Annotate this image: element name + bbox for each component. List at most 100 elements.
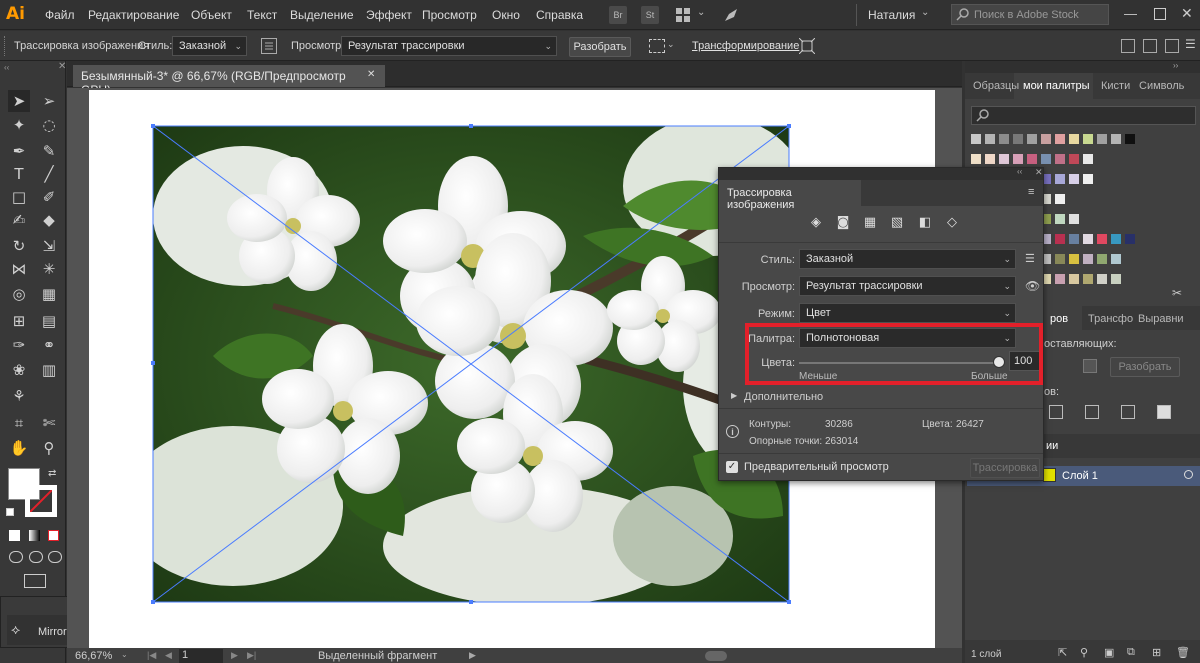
high-color-icon[interactable]: ◙ (835, 215, 851, 231)
status-menu-icon[interactable]: ▶ (469, 650, 476, 661)
line-tool-icon[interactable]: ╱ (38, 163, 60, 185)
perspective-grid-tool-icon[interactable]: ▦ (38, 283, 60, 305)
shaper-tool-icon[interactable]: ✍ (8, 209, 30, 231)
rectangle-tool-icon[interactable]: □ (8, 186, 30, 208)
draw-behind-icon[interactable] (29, 551, 43, 563)
minimize-icon[interactable]: — (1124, 6, 1137, 21)
menu-help[interactable]: Справка (536, 8, 583, 22)
tab-image-trace[interactable]: Трассировка изображения (719, 180, 861, 211)
delete-layer-icon[interactable]: 🗑 (1176, 646, 1190, 659)
menu-effect[interactable]: Эффект (366, 8, 412, 22)
artboard-tool-icon[interactable]: ⚘ (8, 385, 30, 407)
arrange-docs-icon[interactable] (1121, 39, 1135, 53)
gradient-mode-icon[interactable] (29, 530, 40, 541)
width-tool-icon[interactable]: ⋈ (8, 258, 30, 280)
first-page-icon[interactable]: |◀ (147, 650, 156, 661)
auto-color-icon[interactable]: ◈ (808, 215, 824, 231)
swatch[interactable] (1055, 134, 1065, 144)
gradient-tool-icon[interactable]: ▤ (38, 310, 60, 332)
expand-triangle-icon[interactable]: ▶ (731, 391, 737, 400)
isolate-icon[interactable] (798, 37, 816, 55)
trace-panel-icon[interactable] (261, 38, 277, 54)
swatch[interactable] (1013, 134, 1023, 144)
swatch[interactable] (1055, 234, 1065, 244)
user-name[interactable]: Наталия (868, 8, 915, 22)
expand-button[interactable]: Разобрать (569, 37, 631, 57)
new-sublayer-icon[interactable]: ⧉ (1127, 646, 1135, 659)
close-tab-icon[interactable]: ✕ (367, 69, 375, 80)
tab-transform[interactable]: Трансфо (1088, 313, 1133, 325)
next-page-icon[interactable]: ▶ (231, 650, 238, 661)
panel-menu-icon[interactable]: ≡ (1028, 186, 1034, 198)
document-tab[interactable]: Безымянный-3* @ 66,67% (RGB/Предпросмотр… (73, 65, 385, 97)
none-mode-icon[interactable] (48, 530, 59, 541)
clipping-mask-icon[interactable]: ▣ (1104, 646, 1114, 659)
type-tool-icon[interactable]: T (8, 163, 30, 185)
swatch[interactable] (971, 154, 981, 164)
preview-checkbox-label[interactable]: Предварительный просмотр (744, 461, 889, 473)
swatch[interactable] (1097, 134, 1107, 144)
new-layer-icon[interactable]: ⊞ (1152, 646, 1161, 659)
magic-wand-tool-icon[interactable]: ✦ (8, 114, 30, 136)
swatch[interactable] (985, 154, 995, 164)
preset-options-icon[interactable]: ☰ (1025, 252, 1035, 265)
close-icon[interactable]: ✕ (58, 61, 66, 72)
stroke-swatch[interactable] (25, 485, 57, 517)
eraser-knife-tool-icon[interactable]: ✄ (38, 412, 60, 434)
swatch[interactable] (1069, 274, 1079, 284)
swatch-tools-icon[interactable]: ✂ (1172, 286, 1182, 300)
preview-dropdown[interactable]: Результат трассировки ⌄ (341, 36, 557, 56)
hand-tool-icon[interactable]: ✋ (8, 437, 30, 459)
puppet-warp-tool-icon[interactable]: ✳ (38, 258, 60, 280)
rotate-tool-icon[interactable]: ↻ (8, 235, 30, 257)
color-mode-icon[interactable] (9, 530, 20, 541)
swatch[interactable] (1097, 274, 1107, 284)
shape-builder-tool-icon[interactable]: ◎ (8, 283, 30, 305)
layer-name[interactable]: Слой 1 (1062, 470, 1098, 482)
maximize-icon[interactable] (1154, 8, 1166, 20)
export-icon[interactable]: ⇱ (1058, 646, 1067, 659)
swatch[interactable] (1097, 254, 1107, 264)
tab-symbols[interactable]: Символь (1139, 80, 1184, 92)
outline-icon[interactable]: ◇ (944, 215, 960, 231)
swatch[interactable] (1069, 234, 1079, 244)
swatch[interactable] (1069, 214, 1079, 224)
style-dropdown[interactable]: Заказной ⌄ (172, 36, 247, 56)
tab-my-palettes[interactable]: мои палитры (1023, 80, 1090, 92)
rocket-icon[interactable] (722, 6, 740, 24)
eye-icon[interactable]: 👁 (1025, 279, 1040, 293)
swatch[interactable] (999, 154, 1009, 164)
trim-icon[interactable] (1085, 405, 1099, 419)
last-page-icon[interactable]: ▶| (247, 650, 256, 661)
chevron-down-icon[interactable]: ⌄ (667, 39, 675, 50)
blend-tool-icon[interactable]: ⚭ (38, 334, 60, 356)
menu-lines-icon[interactable]: ☰ (1185, 37, 1196, 51)
swatch[interactable] (1069, 254, 1079, 264)
selection-tool-icon[interactable]: ➤ (8, 90, 30, 112)
locate-object-icon[interactable]: ⚲ (1080, 646, 1088, 659)
page-number-input[interactable]: 1 (179, 649, 223, 663)
chevron-down-icon[interactable]: ⌄ (697, 7, 705, 18)
collapse-icon[interactable]: ›› (1173, 61, 1178, 70)
prev-page-icon[interactable]: ◀ (165, 650, 172, 661)
merge-icon[interactable] (1121, 405, 1135, 419)
swatch[interactable] (1069, 134, 1079, 144)
screen-mode-icon[interactable] (24, 574, 46, 588)
trace-mode-dropdown[interactable]: Цвет ⌄ (799, 303, 1016, 323)
swap-fill-stroke-icon[interactable]: ⇄ (48, 468, 56, 479)
crop-icon[interactable] (1157, 405, 1171, 419)
trace-style-dropdown[interactable]: Заказной ⌄ (799, 249, 1016, 269)
swatch[interactable] (1069, 174, 1079, 184)
menu-view[interactable]: Просмотр (422, 8, 477, 22)
slice-tool-icon[interactable]: ⌗ (8, 412, 30, 434)
swatch[interactable] (1055, 274, 1065, 284)
workspace-grid-icon[interactable] (675, 7, 691, 23)
swatch[interactable] (1083, 154, 1093, 164)
swatch[interactable] (1055, 194, 1065, 204)
mesh-tool-icon[interactable]: ⊞ (8, 310, 30, 332)
user-chevron-icon[interactable]: ⌄ (921, 7, 929, 18)
shape-mode-icon[interactable] (1083, 359, 1097, 373)
low-color-icon[interactable]: ▦ (862, 215, 878, 231)
collapse-icon[interactable]: ‹‹ (4, 63, 9, 72)
curvature-tool-icon[interactable]: ✎ (38, 140, 60, 162)
